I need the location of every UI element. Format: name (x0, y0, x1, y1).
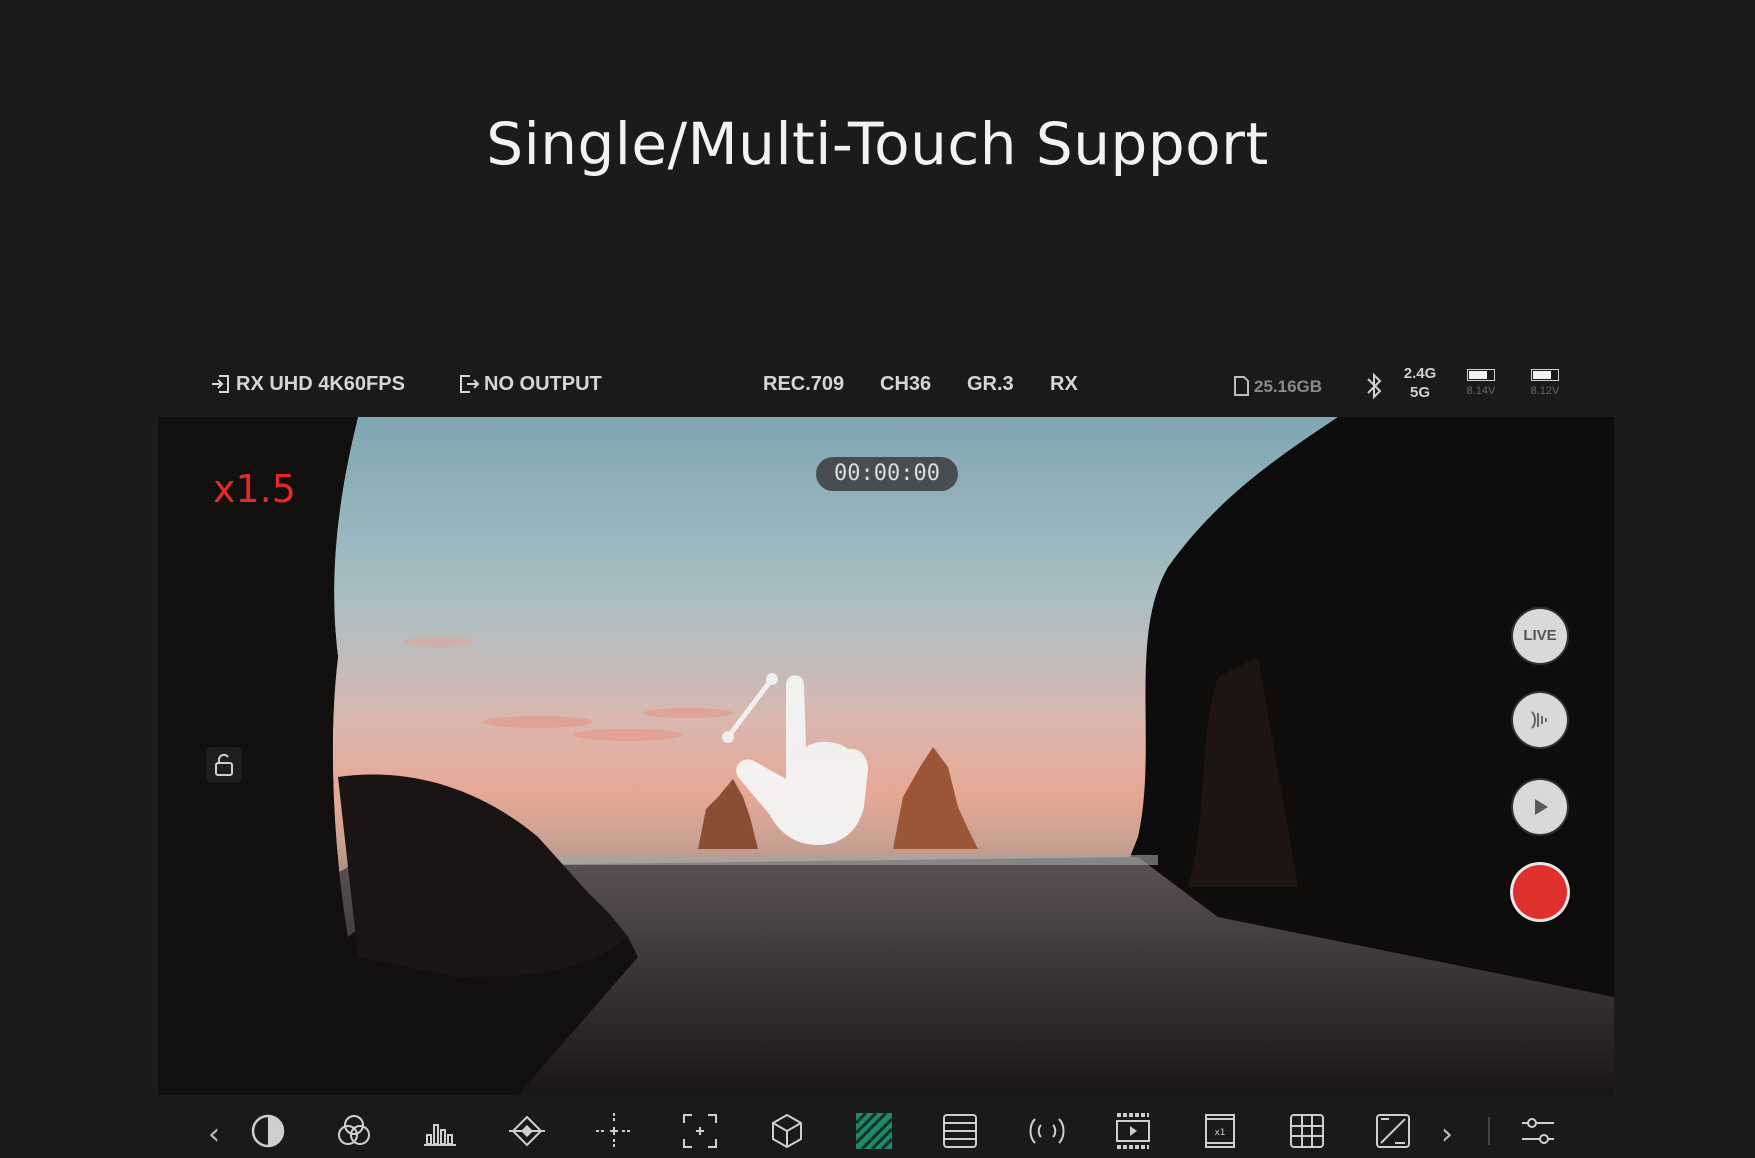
focus-frame-icon[interactable] (680, 1111, 720, 1151)
play-icon (1535, 799, 1548, 816)
film-strip-icon[interactable] (1113, 1111, 1153, 1151)
channel-label[interactable]: CH36 (880, 373, 931, 396)
storage-status[interactable]: 25.16GB (1232, 375, 1322, 397)
live-button[interactable]: LIVE (1513, 609, 1567, 663)
group-label[interactable]: GR.3 (967, 373, 1014, 396)
histogram-icon[interactable] (420, 1111, 460, 1151)
battery-2-voltage: 8.12V (1530, 385, 1560, 397)
audio-button[interactable] (1513, 693, 1567, 747)
page-headline: Single/Multi-Touch Support (486, 110, 1269, 178)
false-color-icon[interactable] (1373, 1111, 1413, 1151)
anamorphic-icon[interactable] (1027, 1111, 1067, 1151)
frame-guide-icon[interactable]: x1 (1200, 1111, 1240, 1151)
sd-card-icon (1234, 376, 1249, 396)
band-top-label: 2.4G (1403, 365, 1437, 382)
output-label: NO OUTPUT (484, 373, 602, 395)
storage-label: 25.16GB (1254, 377, 1323, 396)
live-view[interactable]: x1.5 00:00:00 LIVE (158, 417, 1614, 1095)
bluetooth-icon[interactable] (1362, 371, 1386, 406)
zebra-icon[interactable] (854, 1111, 894, 1151)
3d-lut-icon[interactable] (767, 1111, 807, 1151)
record-button[interactable] (1513, 865, 1567, 919)
battery-icon (1467, 369, 1495, 381)
rgb-circles-icon[interactable] (334, 1111, 374, 1151)
output-icon (460, 375, 480, 393)
vectorscope-icon[interactable] (507, 1111, 547, 1151)
zoom-indicator: x1.5 (213, 467, 296, 511)
status-bar: RX UHD 4K60FPS NO OUTPUT REC.709 CH36 GR… (158, 355, 1614, 417)
unlock-button[interactable] (206, 747, 242, 783)
input-icon (212, 375, 229, 393)
svg-text:x1: x1 (1214, 1128, 1225, 1138)
waveform-icon[interactable] (940, 1111, 980, 1151)
contrast-icon[interactable] (248, 1111, 288, 1151)
color-space-label[interactable]: REC.709 (763, 373, 844, 396)
wireless-band[interactable]: 2.4G 5G (1398, 366, 1442, 400)
output-status[interactable]: NO OUTPUT (458, 373, 602, 396)
battery-1-voltage: 8.14V (1466, 385, 1496, 397)
battery-icon (1531, 369, 1559, 381)
toolbar-divider (1488, 1117, 1490, 1145)
battery-1: 8.14V (1456, 369, 1506, 397)
mode-label[interactable]: RX (1050, 373, 1078, 396)
input-label: RX UHD 4K60FPS (236, 373, 405, 395)
input-status[interactable]: RX UHD 4K60FPS (210, 373, 405, 396)
settings-sliders-icon[interactable] (1518, 1111, 1558, 1151)
band-bottom-label: 5G (1409, 384, 1430, 401)
audio-wave-icon (1531, 711, 1547, 729)
playback-button[interactable] (1513, 780, 1567, 834)
battery-2: 8.12V (1520, 369, 1570, 397)
unlock-icon (215, 753, 233, 776)
chevron-left-icon[interactable]: ‹ (208, 1117, 220, 1152)
timecode: 00:00:00 (816, 457, 958, 491)
bottom-toolbar: ‹ x1 › (158, 1095, 1614, 1158)
center-marker-icon[interactable] (594, 1111, 634, 1151)
monitor-screen: RX UHD 4K60FPS NO OUTPUT REC.709 CH36 GR… (158, 355, 1614, 1158)
camera-feed-image (158, 417, 1614, 1095)
live-label: LIVE (1523, 627, 1557, 644)
grid-icon[interactable] (1287, 1111, 1327, 1151)
chevron-right-icon[interactable]: › (1441, 1117, 1453, 1152)
